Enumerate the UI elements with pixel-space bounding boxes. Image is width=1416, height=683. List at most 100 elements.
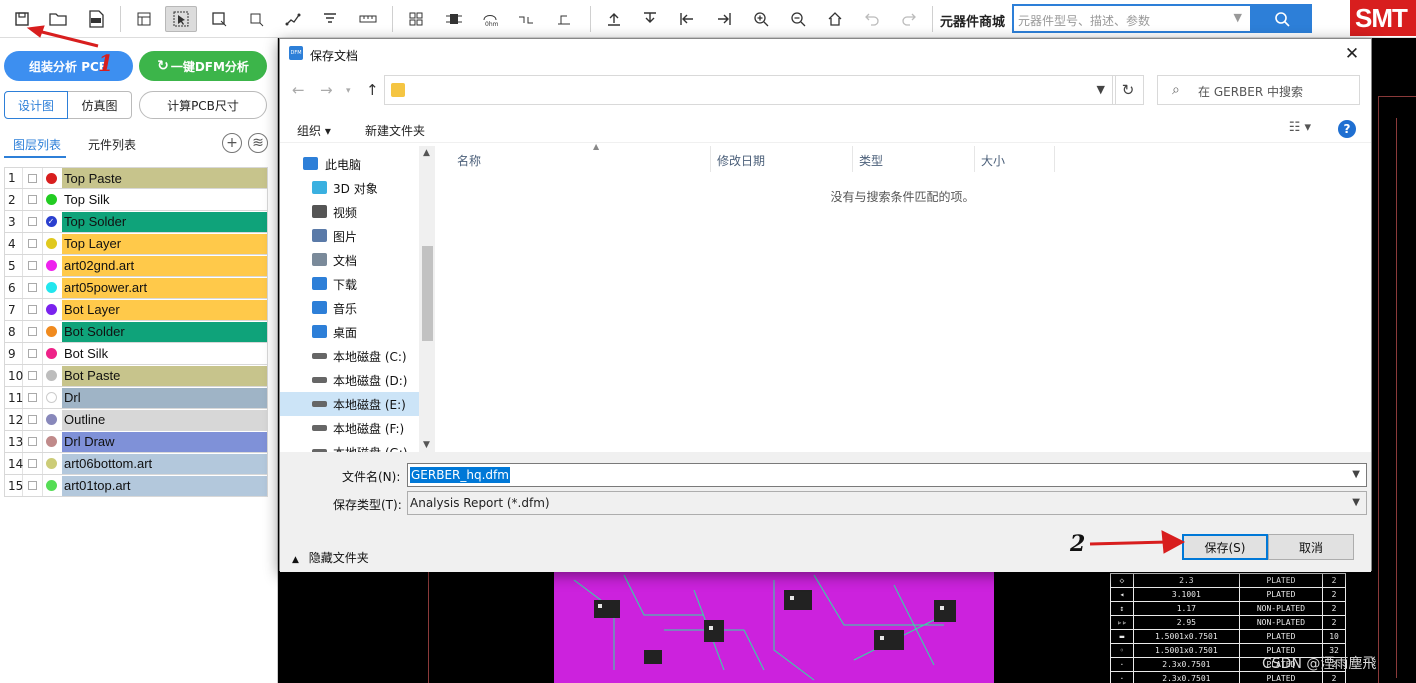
filetype-select[interactable]: Analysis Report (*.dfm) ▼ [407, 491, 1367, 515]
forward-arrow-icon[interactable]: → [320, 81, 333, 99]
nav-item[interactable]: 桌面 [280, 320, 419, 344]
pdf-icon[interactable] [80, 6, 112, 32]
component-search-button[interactable] [1252, 4, 1312, 33]
ruler-icon[interactable] [352, 6, 384, 32]
add-layer-icon[interactable]: + [222, 133, 242, 153]
ohm-icon[interactable]: 0hm [474, 6, 506, 32]
redo-icon[interactable] [893, 6, 925, 32]
nav-item[interactable]: 图片 [280, 224, 419, 248]
nav-scrollbar[interactable]: ▲ ▼ [419, 146, 435, 452]
chevron-down-icon[interactable]: ▼ [1234, 11, 1242, 24]
nav-item[interactable]: 视频 [280, 200, 419, 224]
layer-visibility-checkbox[interactable] [23, 431, 43, 452]
inductor-icon[interactable] [548, 6, 580, 32]
organize-menu[interactable]: 组织 ▾ [297, 122, 331, 139]
folder-search-input[interactable]: ⌕ 在 GERBER 中搜索 [1157, 75, 1360, 105]
layer-row[interactable]: 12 Outline [4, 409, 268, 431]
layer-row[interactable]: 8 Bot Solder [4, 321, 268, 343]
layout-icon[interactable] [128, 6, 160, 32]
nav-item[interactable]: 文档 [280, 248, 419, 272]
layer-color-dot[interactable] [43, 458, 59, 469]
component-icon[interactable] [438, 6, 470, 32]
nav-item[interactable]: 本地磁盘 (C:) [280, 344, 419, 368]
layer-color-dot[interactable] [43, 392, 59, 403]
layer-color-dot[interactable] [43, 480, 59, 491]
layer-row[interactable]: 9 Bot Silk [4, 343, 268, 365]
layer-visibility-checkbox[interactable] [23, 211, 43, 232]
nav-item[interactable]: 此电脑 [280, 152, 419, 176]
nav-item[interactable]: 本地磁盘 (G:) [280, 440, 419, 452]
history-chevron-icon[interactable]: ▾ [346, 86, 351, 96]
undo-icon[interactable] [856, 6, 888, 32]
align-left-icon[interactable] [671, 6, 703, 32]
tab-layer-list[interactable]: 图层列表 [13, 136, 61, 153]
layer-visibility-checkbox[interactable] [23, 453, 43, 474]
layers-stack-icon[interactable]: ≋ [248, 133, 268, 153]
zoom-in-icon[interactable] [745, 6, 777, 32]
address-bar[interactable]: ▼ [384, 75, 1116, 105]
tab-design-view[interactable]: 设计图 [4, 91, 68, 119]
layer-color-dot[interactable] [43, 282, 59, 293]
scroll-down-icon[interactable]: ▼ [423, 440, 430, 450]
layer-color-dot[interactable] [43, 304, 59, 315]
layer-color-dot[interactable] [43, 348, 59, 359]
layer-visibility-checkbox[interactable] [23, 233, 43, 254]
scroll-up-icon[interactable]: ▲ [423, 148, 430, 158]
layer-color-dot[interactable] [43, 172, 59, 184]
column-header-type[interactable]: 类型 [853, 146, 975, 172]
layer-color-dot[interactable]: ✓ [43, 216, 59, 227]
layer-row[interactable]: 13 Drl Draw [4, 431, 268, 453]
home-icon[interactable] [819, 6, 851, 32]
assembly-analysis-button[interactable]: 组装分析 PCB [4, 51, 133, 81]
save-icon[interactable] [6, 6, 38, 32]
align-right-icon[interactable] [708, 6, 740, 32]
layer-visibility-checkbox[interactable] [23, 255, 43, 276]
select-pointer-icon[interactable] [165, 6, 197, 32]
layer-row[interactable]: 4 Top Layer [4, 233, 268, 255]
nav-item[interactable]: 下载 [280, 272, 419, 296]
layer-visibility-checkbox[interactable] [23, 475, 43, 496]
layer-color-dot[interactable] [43, 194, 59, 205]
nav-item[interactable]: 音乐 [280, 296, 419, 320]
nav-item[interactable]: 3D 对象 [280, 176, 419, 200]
layer-color-dot[interactable] [43, 238, 59, 249]
layer-visibility-checkbox[interactable] [23, 321, 43, 342]
layer-row[interactable]: 15 art01top.art [4, 475, 268, 497]
filename-input[interactable]: GERBER_hq.dfm ▼ [407, 463, 1367, 487]
tab-component-list[interactable]: 元件列表 [88, 136, 136, 153]
grid-icon[interactable] [400, 6, 432, 32]
layer-visibility-checkbox[interactable] [23, 387, 43, 408]
new-folder-button[interactable]: 新建文件夹 [365, 122, 425, 139]
close-icon[interactable]: ✕ [1341, 43, 1363, 65]
chevron-down-icon[interactable]: ▼ [1352, 497, 1360, 508]
up-arrow-icon[interactable]: ↑ [366, 81, 379, 99]
layer-row[interactable]: 14 art06bottom.art [4, 453, 268, 475]
nav-item[interactable]: 本地磁盘 (E:) [280, 392, 419, 416]
layer-color-dot[interactable] [43, 260, 59, 271]
column-header-size[interactable]: 大小 [975, 146, 1055, 172]
refresh-icon[interactable]: ↻ [1112, 75, 1144, 105]
layer-color-dot[interactable] [43, 370, 59, 381]
zoom-out-icon[interactable] [782, 6, 814, 32]
layer-visibility-checkbox[interactable] [23, 277, 43, 298]
save-button[interactable]: 保存(S) [1182, 534, 1268, 560]
nav-item[interactable]: 本地磁盘 (F:) [280, 416, 419, 440]
layer-visibility-checkbox[interactable] [23, 168, 43, 188]
calc-pcb-size-button[interactable]: 计算PCB尺寸 [139, 91, 267, 119]
layer-row[interactable]: 11 Drl [4, 387, 268, 409]
layer-visibility-checkbox[interactable] [23, 409, 43, 430]
filter-icon[interactable] [314, 6, 346, 32]
layer-row[interactable]: 5 art02gnd.art [4, 255, 268, 277]
view-options-icon[interactable]: ☷ ▾ [1289, 120, 1311, 135]
box-select-icon[interactable] [203, 6, 235, 32]
layer-visibility-checkbox[interactable] [23, 189, 43, 210]
nav-item[interactable]: 本地磁盘 (D:) [280, 368, 419, 392]
column-header-date[interactable]: 修改日期 [711, 146, 853, 172]
tab-simulation-view[interactable]: 仿真图 [68, 91, 132, 119]
back-arrow-icon[interactable]: ← [292, 81, 305, 99]
cancel-button[interactable]: 取消 [1268, 534, 1354, 560]
column-header-name[interactable]: 名称 ▲ [451, 142, 711, 172]
download-icon[interactable] [634, 6, 666, 32]
layer-row[interactable]: 2 Top Silk [4, 189, 268, 211]
layer-color-dot[interactable] [43, 326, 59, 337]
